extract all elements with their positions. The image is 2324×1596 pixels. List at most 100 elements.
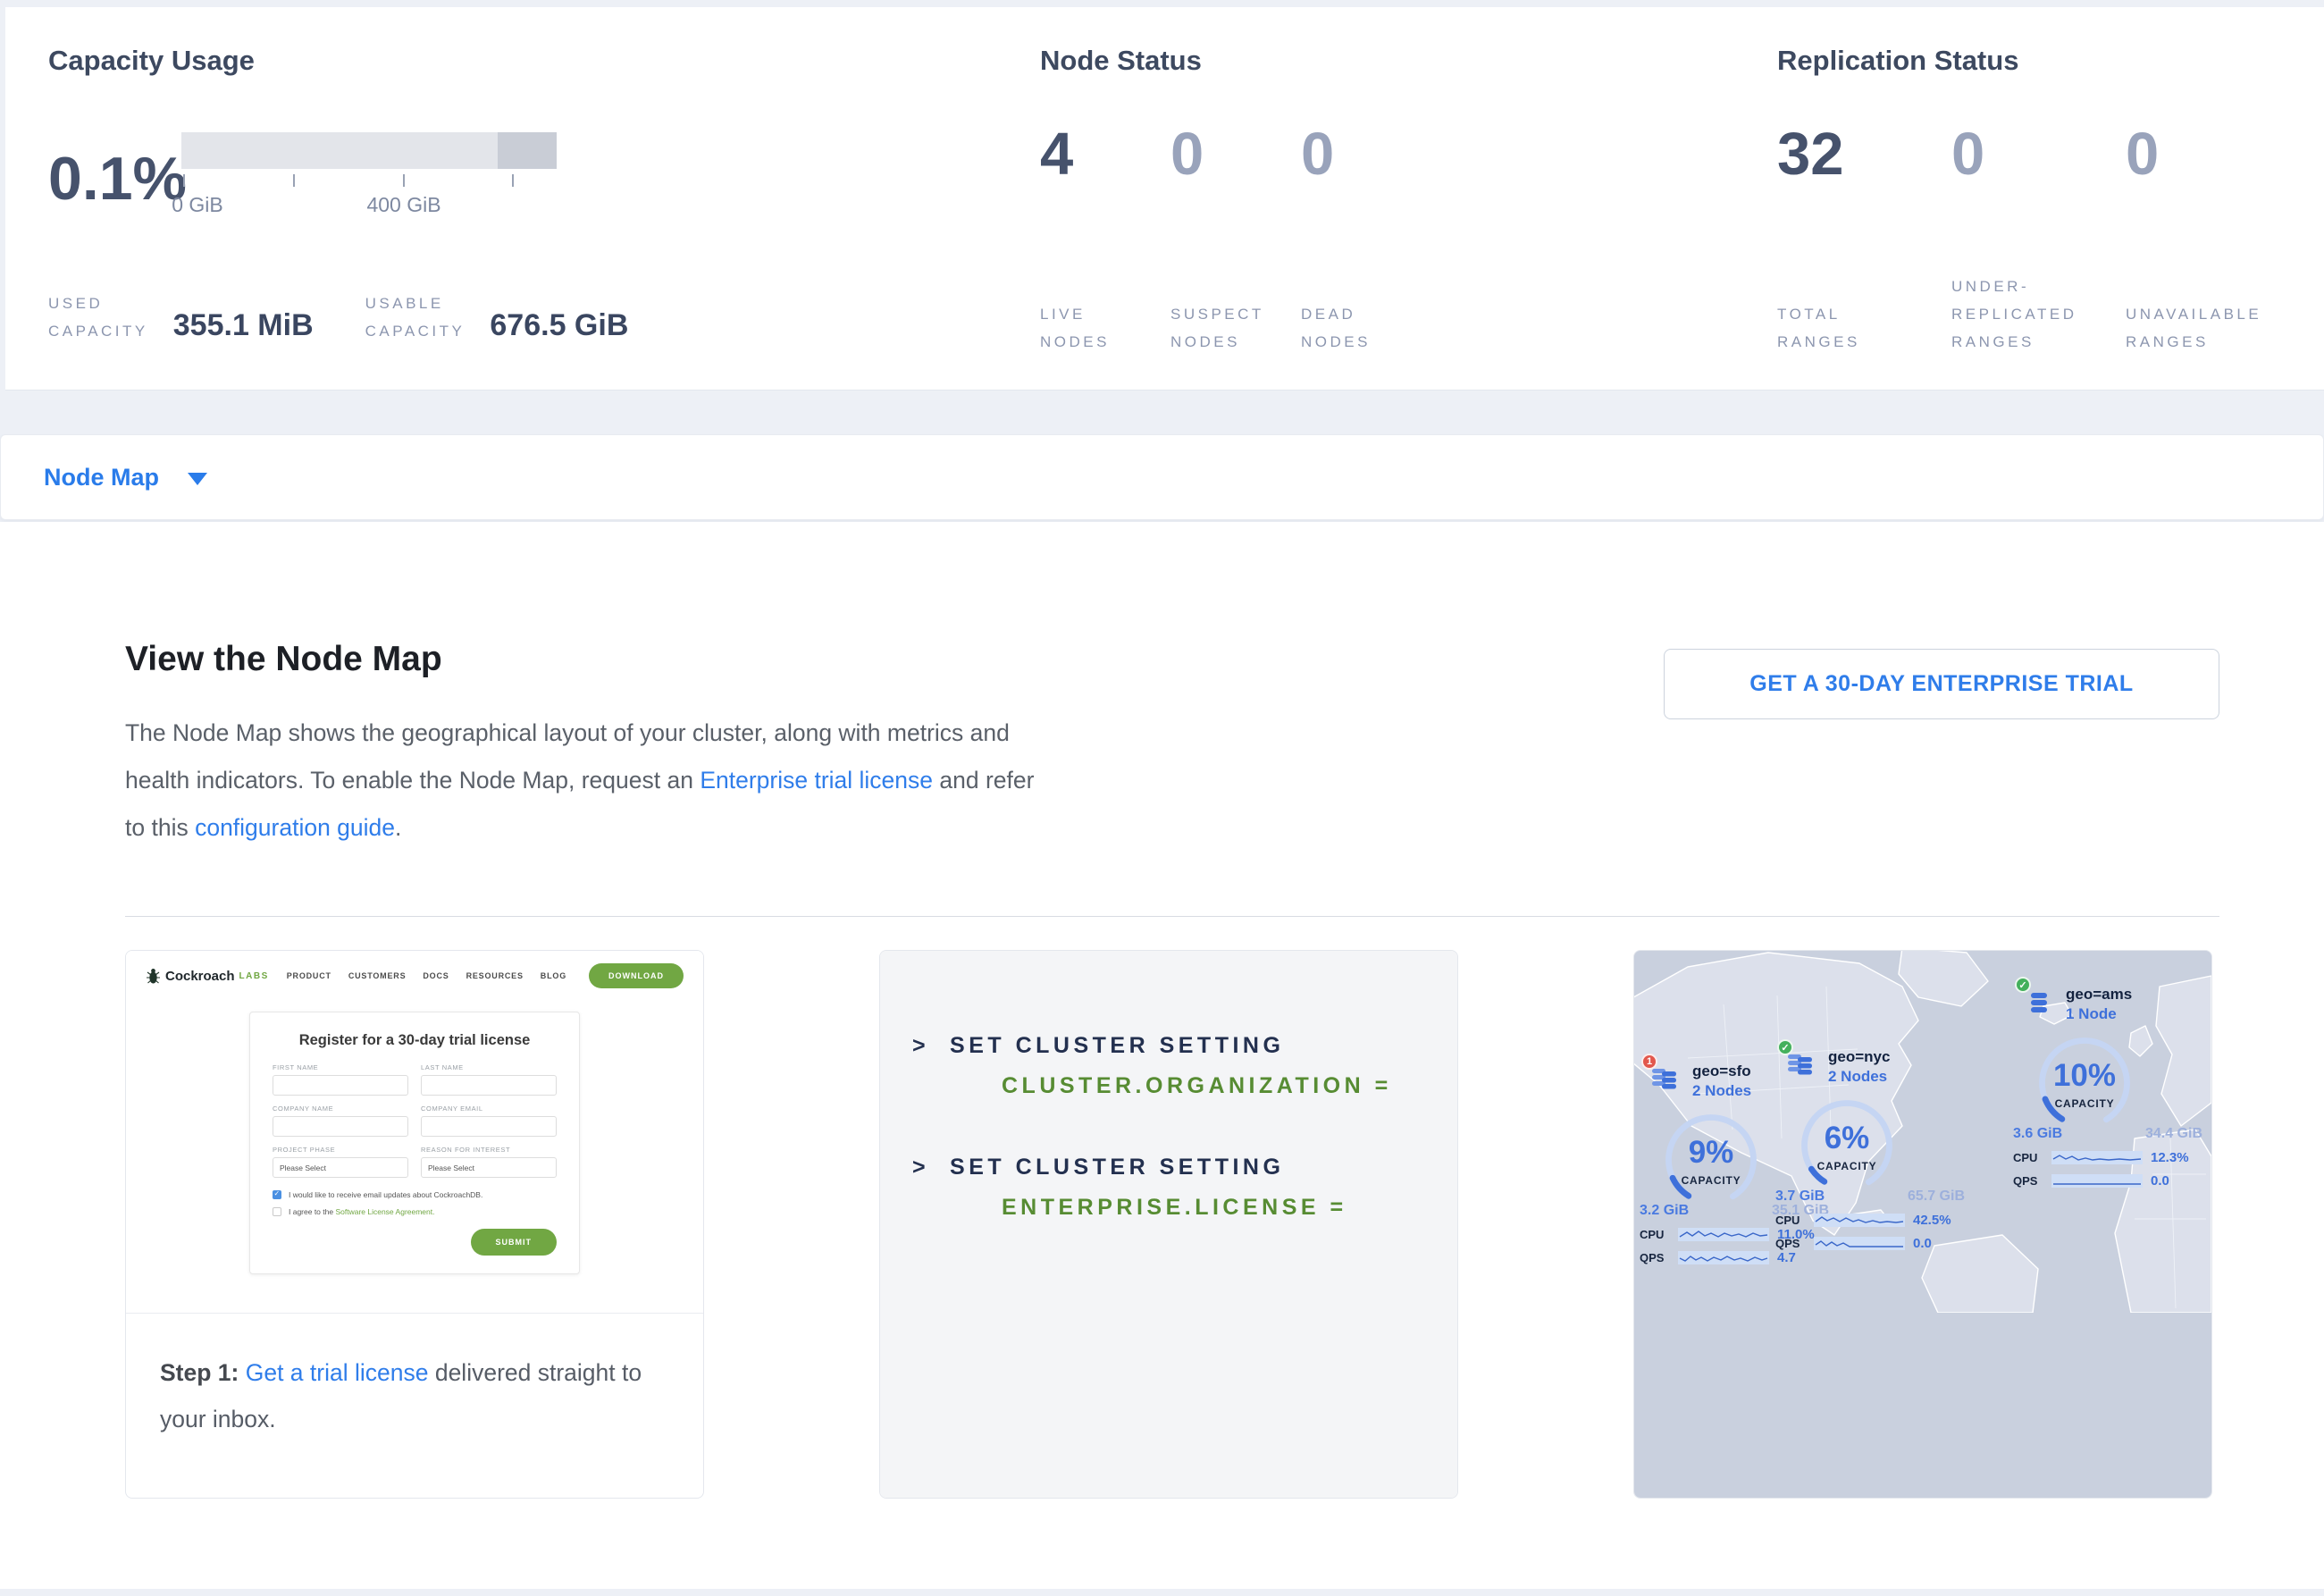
capacity-bar: 0 GiB 400 GiB (181, 125, 557, 232)
field-label: COMPANY EMAIL (421, 1105, 557, 1113)
capacity-percent: 0.1% (48, 144, 181, 214)
sql-setting-name: ENTERPRISE.LICENSE = (1002, 1195, 1457, 1221)
capacity-label: CAPACITY (1652, 1174, 1770, 1187)
step-3-caption: Step 3: Follow this guide to configure l… (1634, 1498, 2211, 1499)
capacity-bar-track (181, 132, 557, 169)
step-1-card: Cockroach LABS PRODUCT CUSTOMERS DOCS RE… (125, 950, 704, 1499)
cockroach-labs-logo: Cockroach LABS (146, 968, 269, 985)
step-3-node-map-preview: 1 geo=sfo 2 Nodes (1634, 951, 2211, 1498)
nav-item: RESOURCES (466, 971, 524, 980)
nav-item: PRODUCT (287, 971, 331, 980)
live-nodes-value: 4 (1040, 120, 1170, 189)
steps-cards-row: Cockroach LABS PRODUCT CUSTOMERS DOCS RE… (125, 950, 2219, 1499)
nav-item: BLOG (541, 971, 566, 980)
step-label: Step 1: (160, 1359, 239, 1386)
node-status-values: 4 0 0 (1040, 120, 1431, 189)
sql-command: > SET CLUSTER SETTING ENTERPRISE.LICENSE… (912, 1155, 1457, 1221)
unavailable-ranges-label: UNAVAILABLERANGES (2126, 300, 2300, 356)
total-gib: 34.4 GiB (2145, 1126, 2202, 1142)
nav-item: CUSTOMERS (348, 971, 407, 980)
axis-tick (403, 174, 405, 187)
under-replicated-ranges-label: UNDER-REPLICATEDRANGES (1951, 273, 2126, 356)
qps-sparkline (1814, 1237, 1905, 1250)
live-nodes-label: LIVENODES (1040, 300, 1170, 356)
nav-item: DOCS (423, 971, 449, 980)
enterprise-trial-license-link[interactable]: Enterprise trial license (700, 767, 933, 794)
capacity-percent: 9% (1652, 1135, 1770, 1171)
sql-setting-name: CLUSTER.ORGANIZATION = (1002, 1073, 1457, 1099)
replication-status-labels: TOTALRANGES UNDER-REPLICATEDRANGES UNAVA… (1777, 272, 2300, 356)
capacity-percent: 6% (1788, 1121, 1906, 1156)
capacity-gauge: 6% CAPACITY (1788, 1096, 1906, 1196)
axis-tick-label: 0 GiB (172, 193, 223, 217)
axis-tick (512, 174, 514, 187)
cpu-value: 12.3% (2151, 1150, 2189, 1165)
last-name-input (421, 1075, 557, 1096)
first-name-input (273, 1075, 408, 1096)
brand-text: Cockroach (165, 969, 235, 984)
download-button: DOWNLOAD (589, 963, 684, 988)
node-status-title: Node Status (1040, 45, 1202, 77)
field-label: PROJECT PHASE (273, 1146, 408, 1154)
chevron-down-icon[interactable] (188, 473, 207, 485)
cpu-sparkline (2051, 1151, 2143, 1164)
locality-name: geo=nyc (1828, 1047, 1890, 1066)
axis-tick-label: 400 GiB (366, 193, 440, 217)
sql-keyword: SET CLUSTER SETTING (950, 1033, 1284, 1058)
qps-sparkline (1678, 1251, 1769, 1264)
node-map-dropdown[interactable]: Node Map (44, 464, 159, 491)
error-count-badge: 1 (1641, 1054, 1657, 1070)
intro-text: . (395, 814, 401, 841)
field-label: LAST NAME (421, 1063, 557, 1071)
license-agreement-checkbox-label: I agree to the Software License Agreemen… (289, 1207, 435, 1216)
get-enterprise-trial-button[interactable]: GET A 30-DAY ENTERPRISE TRIAL (1664, 649, 2219, 719)
mini-site-header: Cockroach LABS PRODUCT CUSTOMERS DOCS RE… (146, 963, 684, 988)
axis-tick (293, 174, 295, 187)
cpu-sparkline (1678, 1228, 1769, 1241)
capacity-bar-usable-segment (181, 132, 498, 169)
replication-status-values: 32 0 0 (1777, 120, 2300, 189)
email-updates-checkbox-label: I would like to receive email updates ab… (289, 1190, 482, 1199)
capacity-label: CAPACITY (1788, 1160, 1906, 1172)
mini-site-nav: PRODUCT CUSTOMERS DOCS RESOURCES BLOG DO… (287, 963, 684, 988)
capacity-gauge: 9% CAPACITY (1652, 1110, 1770, 1210)
healthy-check-badge: ✓ (2015, 977, 2031, 993)
unavailable-ranges-value: 0 (2126, 120, 2300, 189)
project-phase-select: Please Select (273, 1157, 408, 1178)
configuration-guide-link[interactable]: configuration guide (195, 814, 395, 841)
checkbox-checked-icon (273, 1190, 281, 1199)
step-2-caption: Step 2: Activate the trial license with … (880, 1498, 1457, 1499)
healthy-check-badge: ✓ (1777, 1039, 1793, 1055)
company-email-input (421, 1116, 557, 1137)
qps-value: 0.0 (1913, 1236, 1932, 1251)
step-1-caption: Step 1: Get a trial license delivered st… (126, 1313, 703, 1442)
total-gib: 65.7 GiB (1908, 1189, 1965, 1205)
step-2-sql-snippet: > SET CLUSTER SETTING CLUSTER.ORGANIZATI… (880, 951, 1457, 1498)
capacity-usage-row: 0.1% 0 GiB 400 GiB (48, 125, 557, 232)
cluster-summary-panel: Capacity Usage 0.1% 0 GiB 400 GiB USEDCA… (5, 7, 2324, 391)
axis-tick (183, 174, 185, 187)
used-capacity-label: USEDCAPACITY (48, 290, 148, 345)
cpu-metric: CPU 42.5% (1775, 1213, 1976, 1228)
capacity-usage-title: Capacity Usage (48, 45, 255, 77)
cpu-metric: CPU 12.3% (2013, 1150, 2212, 1165)
usable-capacity-value: 676.5 GiB (490, 308, 628, 345)
step-2-card: > SET CLUSTER SETTING CLUSTER.ORGANIZATI… (879, 950, 1458, 1499)
capacity-label: CAPACITY (2026, 1097, 2144, 1110)
locality-nyc: ✓ geo=nyc 2 Nodes (1775, 1047, 1976, 1251)
view-selector-bar: Node Map (0, 434, 2324, 520)
qps-metric: QPS 0.0 (1775, 1236, 1976, 1251)
cpu-sparkline (1814, 1214, 1905, 1227)
capacity-bar-total-segment (498, 132, 557, 169)
used-capacity-value: 355.1 MiB (173, 308, 314, 345)
step-1-screenshot: Cockroach LABS PRODUCT CUSTOMERS DOCS RE… (126, 951, 703, 1313)
replication-status-title: Replication Status (1777, 45, 2018, 77)
sql-keyword: SET CLUSTER SETTING (950, 1155, 1284, 1180)
qps-value: 4.7 (1777, 1250, 1796, 1265)
cpu-value: 42.5% (1913, 1213, 1951, 1228)
locality-ams: ✓ geo=ams 1 Node (2013, 985, 2212, 1189)
intro-paragraph: The Node Map shows the geographical layo… (125, 710, 1054, 852)
get-trial-license-link[interactable]: Get a trial license (246, 1359, 429, 1386)
company-name-input (273, 1116, 408, 1137)
cockroach-bug-icon (146, 968, 161, 985)
